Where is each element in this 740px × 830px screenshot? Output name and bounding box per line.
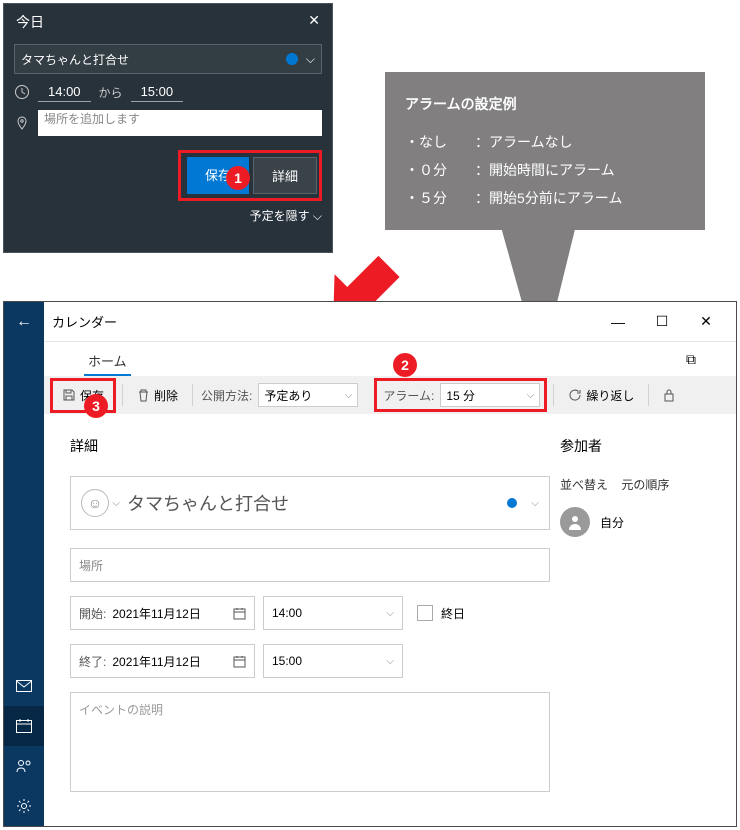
section-detail: 詳細 xyxy=(70,436,550,456)
event-title-text: タマちゃんと打合せ xyxy=(21,51,286,68)
detail-column: 詳細 ☺ タマちゃんと打合せ ⌵ 場所 開始: 2021年11月12日 xyxy=(70,430,550,810)
detail-button-highlight: 保存 詳細 xyxy=(178,150,322,201)
tab-bar: ホーム ⧉ xyxy=(44,342,736,376)
calendar-window: ← カレンダー — ☐ ✕ ホーム ⧉ xyxy=(3,301,737,827)
minimize-button[interactable]: — xyxy=(596,314,640,330)
location-icon xyxy=(14,115,30,131)
separator xyxy=(192,384,193,406)
hint-line: ・なし ：アラームなし xyxy=(405,128,685,156)
lock-icon xyxy=(663,388,675,402)
maximize-button[interactable]: ☐ xyxy=(640,313,684,330)
publish-select[interactable]: 予定あり xyxy=(258,383,358,407)
quick-header: 今日 xyxy=(16,12,44,32)
end-date-value: 2021年11月12日 xyxy=(112,653,201,670)
main-pane: カレンダー — ☐ ✕ ホーム ⧉ 保存 xyxy=(44,302,736,826)
start-time-input[interactable]: 14:00 xyxy=(38,82,91,102)
repeat-label: 繰り返し xyxy=(586,387,634,404)
start-label: 開始: xyxy=(79,605,106,622)
time-from-label: から xyxy=(99,84,123,101)
alarm-highlight: アラーム: 15 分 xyxy=(374,378,547,412)
allday-label: 終日 xyxy=(441,605,465,622)
separator xyxy=(553,384,554,406)
avatar-icon xyxy=(560,507,590,537)
back-button[interactable]: ← xyxy=(4,302,44,342)
callout-badge-3: 3 xyxy=(84,394,108,418)
alarm-label: アラーム: xyxy=(383,387,434,404)
event-title-field[interactable]: ☺ タマちゃんと打合せ ⌵ xyxy=(70,476,550,530)
participant-name: 自分 xyxy=(600,514,624,531)
end-time-input[interactable]: 15:00 ⌵ xyxy=(263,644,403,678)
start-date-value: 2021年11月12日 xyxy=(112,605,201,622)
participants-column: 参加者 並べ替え 元の順序 自分 xyxy=(550,430,710,810)
hint-line: ・５分 ：開始5分前にアラーム xyxy=(405,184,685,212)
calendar-icon xyxy=(233,607,246,620)
separator xyxy=(648,384,649,406)
people-icon[interactable] xyxy=(4,746,44,786)
details-button[interactable]: 詳細 xyxy=(253,157,317,194)
trash-icon xyxy=(137,388,150,402)
participant-self: 自分 xyxy=(560,507,710,537)
allday-checkbox[interactable] xyxy=(417,605,433,621)
start-date-input[interactable]: 開始: 2021年11月12日 xyxy=(70,596,255,630)
calendar-icon xyxy=(233,655,246,668)
callout-badge-2: 2 xyxy=(393,353,417,377)
separator xyxy=(122,384,123,406)
chevron-down-icon[interactable]: ⌵ xyxy=(531,498,539,509)
clock-icon xyxy=(14,84,30,100)
titlebar: カレンダー — ☐ ✕ xyxy=(44,302,736,342)
close-button[interactable]: ✕ xyxy=(684,313,728,330)
chevron-down-icon: ⌵ xyxy=(386,656,394,667)
start-time-value: 14:00 xyxy=(272,606,302,620)
event-title-input[interactable]: タマちゃんと打合せ ⌵ xyxy=(14,44,322,74)
hint-line: ・０分 ：開始時間にアラーム xyxy=(405,156,685,184)
end-date-input[interactable]: 終了: 2021年11月12日 xyxy=(70,644,255,678)
alarm-value: 15 分 xyxy=(446,387,475,404)
color-dot-icon xyxy=(286,53,298,65)
event-title-text: タマちゃんと打合せ xyxy=(127,490,497,516)
tab-home[interactable]: ホーム xyxy=(84,345,131,376)
save-icon xyxy=(62,388,76,402)
quick-event-popup: 今日 ✕ タマちゃんと打合せ ⌵ 14:00 から 15:00 場所を追加します… xyxy=(3,3,333,253)
repeat-button[interactable]: 繰り返し xyxy=(560,382,642,409)
share-icon[interactable]: ⧉ xyxy=(686,351,696,368)
chevron-down-icon[interactable]: ⌵ xyxy=(306,52,315,67)
calendar-icon[interactable] xyxy=(4,706,44,746)
close-icon[interactable]: ✕ xyxy=(308,12,320,32)
emoji-icon: ☺ xyxy=(88,495,102,511)
app-title: カレンダー xyxy=(52,312,596,331)
publish-value: 予定あり xyxy=(264,387,312,404)
sort-label[interactable]: 並べ替え xyxy=(560,478,608,492)
end-label: 終了: xyxy=(79,653,106,670)
settings-icon[interactable] xyxy=(4,786,44,826)
location-input[interactable]: 場所 xyxy=(70,548,550,582)
emoji-picker[interactable]: ☺ xyxy=(81,489,109,517)
end-time-value: 15:00 xyxy=(272,654,302,668)
sidebar: ← xyxy=(4,302,44,826)
delete-button[interactable]: 削除 xyxy=(129,382,186,409)
alarm-select[interactable]: 15 分 xyxy=(440,383,540,407)
location-placeholder: 場所 xyxy=(79,557,103,574)
end-time-input[interactable]: 15:00 xyxy=(131,82,184,102)
hide-schedule-link[interactable]: 予定を隠す ⌵ xyxy=(250,209,322,223)
private-button[interactable] xyxy=(655,383,683,407)
location-placeholder: 場所を追加します xyxy=(44,112,140,126)
alarm-hint-box: アラームの設定例 ・なし ：アラームなし ・０分 ：開始時間にアラーム ・５分 … xyxy=(385,72,705,230)
repeat-icon xyxy=(568,388,582,402)
section-participants: 参加者 xyxy=(560,436,710,456)
delete-label: 削除 xyxy=(154,387,178,404)
chevron-down-icon: ⌵ xyxy=(386,608,394,619)
description-input[interactable]: イベントの説明 xyxy=(70,692,550,792)
color-dot-icon xyxy=(507,498,517,508)
callout-badge-1: 1 xyxy=(226,166,250,190)
ribbon: 保存 削除 公開方法: 予定あり アラーム: 15 分 xyxy=(44,376,736,414)
sort-original[interactable]: 元の順序 xyxy=(621,478,669,492)
description-placeholder: イベントの説明 xyxy=(79,703,163,717)
start-time-input[interactable]: 14:00 ⌵ xyxy=(263,596,403,630)
publish-label: 公開方法: xyxy=(201,387,252,404)
mail-icon[interactable] xyxy=(4,666,44,706)
hint-title: アラームの設定例 xyxy=(405,90,685,118)
location-input[interactable]: 場所を追加します xyxy=(38,110,322,136)
